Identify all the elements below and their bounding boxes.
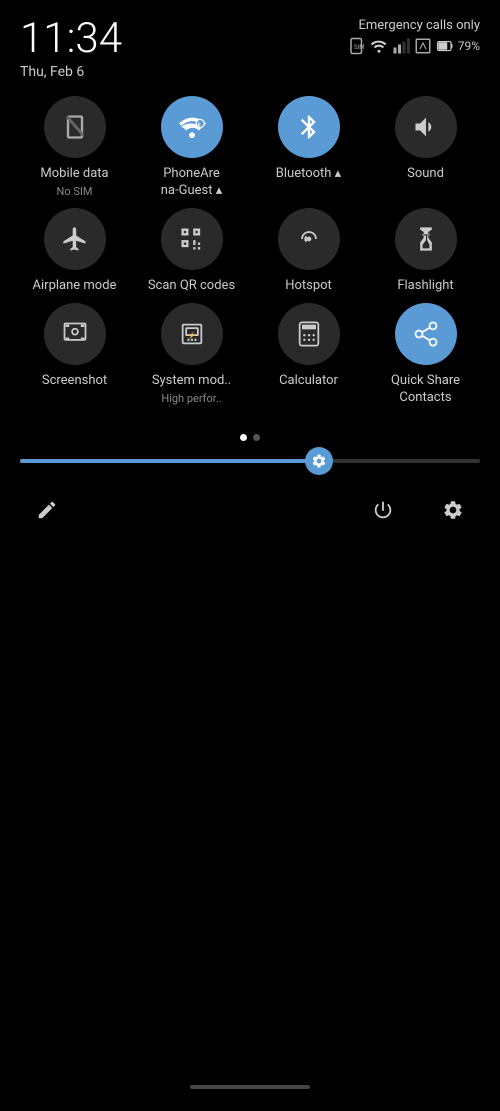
calculator-icon-circle xyxy=(278,303,340,365)
flashlight-icon-circle xyxy=(395,208,457,270)
status-bar: 11:34 Thu, Feb 6 Emergency calls only SI… xyxy=(0,0,500,86)
battery-icon xyxy=(436,37,454,55)
brightness-row xyxy=(20,459,480,463)
power-icon xyxy=(372,499,394,521)
tile-airplane[interactable]: Airplane mode xyxy=(22,208,127,295)
bottom-toolbar xyxy=(0,483,500,543)
sysmod-icon: ⚡ xyxy=(178,320,206,348)
bluetooth-icon-circle xyxy=(278,96,340,158)
status-date: Thu, Feb 6 xyxy=(20,64,122,80)
quick-settings: Mobile data No SIM 6 PhoneArena-Guest ▴ xyxy=(0,86,500,424)
qr-icon xyxy=(178,225,206,253)
quickshare-icon-circle xyxy=(395,303,457,365)
systemmod-sublabel: High perfor.. xyxy=(161,392,221,405)
tile-flashlight[interactable]: Flashlight xyxy=(373,208,478,295)
mobile-data-sublabel: No SIM xyxy=(57,185,93,198)
flashlight-label: Flashlight xyxy=(397,278,453,295)
edit-button[interactable] xyxy=(28,491,66,535)
calculator-label: Calculator xyxy=(279,373,338,390)
tile-screenshot[interactable]: Screenshot xyxy=(22,303,127,407)
screenshot-label: Screenshot xyxy=(42,373,107,390)
wifi-icon-circle: 6 xyxy=(161,96,223,158)
systemmod-icon-circle: ⚡ xyxy=(161,303,223,365)
scanqr-label: Scan QR codes xyxy=(148,278,235,295)
status-icons: SIM xyxy=(348,37,480,55)
tile-scanqr[interactable]: Scan QR codes xyxy=(139,208,244,295)
settings-button[interactable] xyxy=(434,491,472,535)
tile-mobile-data[interactable]: Mobile data No SIM xyxy=(22,96,127,200)
brightness-track[interactable] xyxy=(20,459,480,463)
battery-percent: 79% xyxy=(458,39,480,53)
quickshare-icon xyxy=(412,320,440,348)
hotspot-label: Hotspot xyxy=(285,278,332,295)
qs-row-1: Mobile data No SIM 6 PhoneArena-Guest ▴ xyxy=(16,96,484,200)
brightness-gear-icon xyxy=(311,453,327,469)
wifi-status-icon xyxy=(370,37,388,55)
signal-icon xyxy=(392,37,410,55)
nfc-icon xyxy=(414,37,432,55)
sound-label: Sound xyxy=(407,166,444,183)
wifi-icon: 6 xyxy=(178,113,206,141)
scanqr-icon-circle xyxy=(161,208,223,270)
hotspot-icon xyxy=(295,225,323,253)
screenshot-icon xyxy=(61,320,89,348)
power-button[interactable] xyxy=(364,491,402,535)
flashlight-icon xyxy=(412,225,440,253)
brightness-thumb[interactable] xyxy=(305,447,333,475)
tile-calculator[interactable]: Calculator xyxy=(256,303,361,407)
quickshare-label: Quick Share Contacts xyxy=(373,373,478,407)
status-emergency: Emergency calls only xyxy=(358,18,480,33)
sound-icon-circle xyxy=(395,96,457,158)
tile-quickshare[interactable]: Quick Share Contacts xyxy=(373,303,478,407)
tile-sound[interactable]: Sound xyxy=(373,96,478,200)
bluetooth-label: Bluetooth ▴ xyxy=(276,166,341,183)
airplane-label: Airplane mode xyxy=(33,278,117,295)
home-indicator xyxy=(190,1085,310,1089)
status-right: Emergency calls only SIM xyxy=(348,18,480,55)
dot-2 xyxy=(253,434,260,441)
tile-hotspot[interactable]: Hotspot xyxy=(256,208,361,295)
settings-icon xyxy=(442,499,464,521)
airplane-icon-circle xyxy=(44,208,106,270)
qs-row-3: Screenshot ⚡ System mod.. High perfor.. xyxy=(16,303,484,407)
sound-icon xyxy=(412,113,440,141)
tile-wifi[interactable]: 6 PhoneArena-Guest ▴ xyxy=(139,96,244,200)
tile-bluetooth[interactable]: Bluetooth ▴ xyxy=(256,96,361,200)
status-time: 11:34 xyxy=(20,18,122,60)
screenshot-icon-circle xyxy=(44,303,106,365)
tile-systemmod[interactable]: ⚡ System mod.. High perfor.. xyxy=(139,303,244,407)
svg-text:SIM: SIM xyxy=(354,44,364,51)
mobile-data-label: Mobile data xyxy=(40,166,108,183)
page-dots xyxy=(0,434,500,441)
wifi-label: PhoneArena-Guest ▴ xyxy=(161,166,222,200)
brightness-container xyxy=(0,459,500,463)
edit-icon xyxy=(36,499,58,521)
mobile-data-icon xyxy=(61,113,89,141)
hotspot-icon-circle xyxy=(278,208,340,270)
bluetooth-icon xyxy=(295,113,323,141)
svg-text:⚡: ⚡ xyxy=(188,331,195,339)
airplane-icon xyxy=(61,225,89,253)
qs-row-2: Airplane mode Scan QR codes xyxy=(16,208,484,295)
mobile-data-icon-circle xyxy=(44,96,106,158)
dot-1 xyxy=(240,434,247,441)
systemmod-label: System mod.. xyxy=(152,373,231,390)
brightness-fill xyxy=(20,459,319,463)
sim-icon: SIM xyxy=(348,37,366,55)
calculator-icon xyxy=(295,320,323,348)
